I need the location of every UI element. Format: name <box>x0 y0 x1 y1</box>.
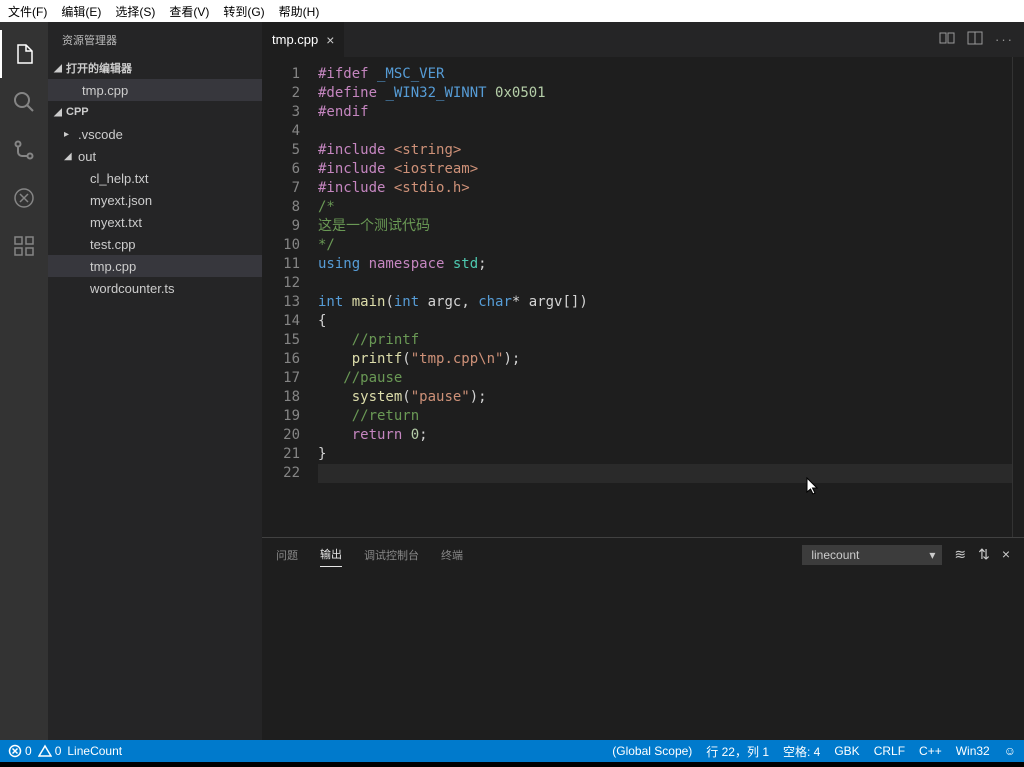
tree-file[interactable]: tmp.cpp <box>48 255 262 277</box>
tab-tmp-cpp[interactable]: tmp.cpp × <box>262 22 344 57</box>
tree-file[interactable]: cl_help.txt <box>48 167 262 189</box>
tree-item-label: myext.json <box>90 193 152 208</box>
more-icon[interactable]: ··· <box>995 32 1014 47</box>
close-icon[interactable]: × <box>326 32 334 48</box>
tree-item-label: .vscode <box>78 127 123 142</box>
sidebar-title: 资源管理器 <box>48 22 262 57</box>
code-content[interactable]: #ifdef _MSC_VER#define _WIN32_WINNT 0x05… <box>318 57 1024 537</box>
tree-item-label: test.cpp <box>90 237 136 252</box>
tree-item-label: wordcounter.ts <box>90 281 175 296</box>
activity-bar <box>0 22 48 740</box>
statusbar: 0 0 LineCount (Global Scope) 行 22，列 1 空格… <box>0 740 1024 762</box>
status-spaces[interactable]: 空格: 4 <box>783 743 820 760</box>
panel-tab-debug-console[interactable]: 调试控制台 <box>364 543 419 567</box>
status-lang[interactable]: C++ <box>919 744 942 758</box>
search-icon[interactable] <box>0 78 48 126</box>
status-eol[interactable]: CRLF <box>874 744 905 758</box>
compare-icon[interactable] <box>939 30 955 49</box>
extensions-icon[interactable] <box>0 222 48 270</box>
menu-view[interactable]: 查看(V) <box>169 3 209 20</box>
tree-file[interactable]: test.cpp <box>48 233 262 255</box>
menu-select[interactable]: 选择(S) <box>115 3 155 20</box>
status-linecount[interactable]: LineCount <box>67 744 122 758</box>
status-scope[interactable]: (Global Scope) <box>612 744 692 758</box>
status-cursor-pos[interactable]: 行 22，列 1 <box>706 743 769 760</box>
panel-close-icon[interactable]: × <box>1002 546 1010 563</box>
sidebar: 资源管理器 ◢打开的编辑器 tmp.cpp ◢CPP ▸.vscode◢outc… <box>48 22 262 740</box>
minimap[interactable] <box>1012 57 1024 537</box>
split-icon[interactable] <box>967 30 983 49</box>
source-control-icon[interactable] <box>0 126 48 174</box>
panel-tab-problems[interactable]: 问题 <box>276 543 298 567</box>
explorer-icon[interactable] <box>0 30 48 78</box>
status-target[interactable]: Win32 <box>956 744 990 758</box>
tree-item-label: out <box>78 149 96 164</box>
tree-item-label: tmp.cpp <box>90 259 136 274</box>
tree-file[interactable]: myext.txt <box>48 211 262 233</box>
tree-folder[interactable]: ◢out <box>48 145 262 167</box>
chevron-icon: ▸ <box>64 129 76 140</box>
chevron-icon: ◢ <box>64 151 76 162</box>
tree-item-label: cl_help.txt <box>90 171 149 186</box>
debug-icon[interactable] <box>0 174 48 222</box>
tree-item-label: myext.txt <box>90 215 142 230</box>
menu-help[interactable]: 帮助(H) <box>279 3 320 20</box>
line-gutter: 12345678910111213141516171819202122 <box>262 57 318 537</box>
menu-file[interactable]: 文件(F) <box>8 3 47 20</box>
open-editor-item[interactable]: tmp.cpp <box>48 79 262 101</box>
tree-file[interactable]: wordcounter.ts <box>48 277 262 299</box>
tree-folder[interactable]: ▸.vscode <box>48 123 262 145</box>
status-feedback-icon[interactable]: ☺ <box>1004 744 1016 758</box>
code-editor[interactable]: 12345678910111213141516171819202122 #ifd… <box>262 57 1024 537</box>
clear-output-icon[interactable]: ≋ <box>954 546 966 563</box>
menubar: 文件(F) 编辑(E) 选择(S) 查看(V) 转到(G) 帮助(H) <box>0 0 1024 22</box>
panel-tab-output[interactable]: 输出 <box>320 542 342 567</box>
panel-tab-terminal[interactable]: 终端 <box>441 543 463 567</box>
workspace-header[interactable]: ◢CPP <box>48 101 262 123</box>
status-encoding[interactable]: GBK <box>834 744 859 758</box>
editor-tabs: tmp.cpp × ··· <box>262 22 1024 57</box>
open-editors-header[interactable]: ◢打开的编辑器 <box>48 57 262 79</box>
lock-scroll-icon[interactable]: ⇅ <box>978 546 990 563</box>
status-warnings[interactable]: 0 <box>38 744 62 758</box>
status-errors[interactable]: 0 <box>8 744 32 758</box>
menu-edit[interactable]: 编辑(E) <box>61 3 101 20</box>
tree-file[interactable]: myext.json <box>48 189 262 211</box>
bottom-panel: 问题 输出 调试控制台 终端 linecount ≋ ⇅ × <box>262 537 1024 740</box>
output-channel-select[interactable]: linecount <box>802 545 942 565</box>
tab-label: tmp.cpp <box>272 32 318 47</box>
menu-goto[interactable]: 转到(G) <box>223 3 264 20</box>
